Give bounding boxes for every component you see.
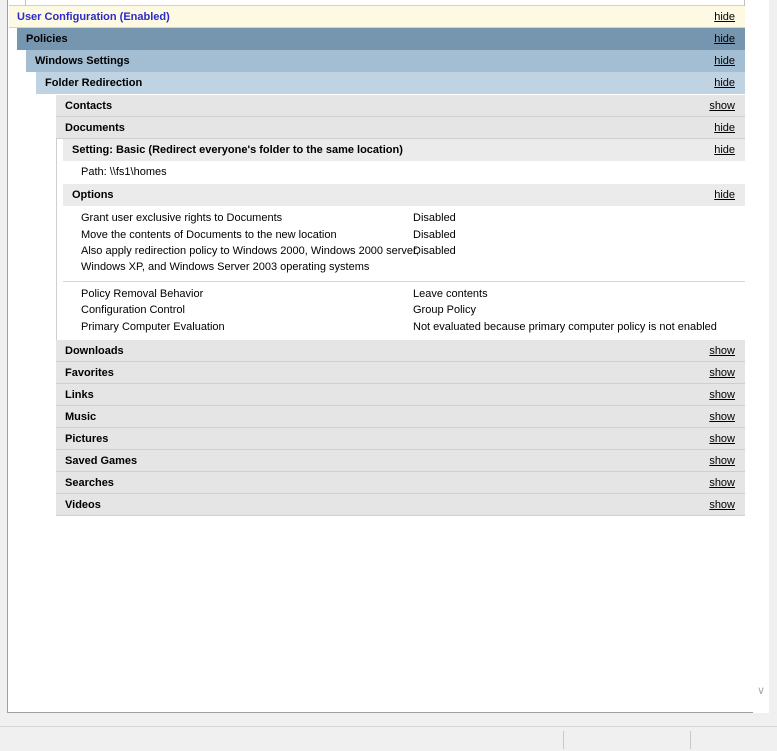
- user-configuration-hide-link[interactable]: hide: [714, 6, 735, 28]
- options-header[interactable]: Options hide: [63, 184, 745, 206]
- option-value: Group Policy: [413, 304, 476, 316]
- favorites-show-link[interactable]: show: [709, 362, 735, 384]
- contacts-title: Contacts: [65, 100, 113, 112]
- option-label: Move the contents of Documents to the ne…: [81, 229, 337, 241]
- videos-header[interactable]: Videos show: [56, 494, 745, 516]
- documents-title: Documents: [65, 122, 125, 134]
- favorites-title: Favorites: [65, 367, 114, 379]
- vertical-scrollbar[interactable]: ∨: [753, 0, 769, 713]
- links-header[interactable]: Links show: [56, 384, 745, 406]
- option-label: Grant user exclusive rights to Documents: [81, 212, 283, 224]
- folder-redirection-header[interactable]: Folder Redirection hide: [36, 72, 745, 94]
- option-label: Primary Computer Evaluation: [81, 321, 225, 333]
- options-title: Options: [72, 189, 114, 201]
- folder-redirection-title: Folder Redirection: [45, 77, 143, 89]
- status-divider: [563, 731, 564, 749]
- status-bar: [0, 726, 777, 751]
- downloads-header[interactable]: Downloads show: [56, 340, 745, 362]
- option-label-continued: Windows XP, and Windows Server 2003 oper…: [81, 261, 370, 273]
- setting-title: Setting: Basic (Redirect everyone's fold…: [72, 144, 403, 156]
- saved-games-header[interactable]: Saved Games show: [56, 450, 745, 472]
- pictures-title: Pictures: [65, 433, 109, 445]
- music-title: Music: [65, 411, 97, 423]
- chevron-down-icon[interactable]: ∨: [757, 684, 765, 697]
- searches-show-link[interactable]: show: [709, 472, 735, 494]
- pictures-show-link[interactable]: show: [709, 428, 735, 450]
- music-header[interactable]: Music show: [56, 406, 745, 428]
- policies-header[interactable]: Policies hide: [17, 28, 745, 50]
- saved-games-title: Saved Games: [65, 455, 138, 467]
- options-hide-link[interactable]: hide: [714, 184, 735, 206]
- downloads-show-link[interactable]: show: [709, 340, 735, 362]
- music-show-link[interactable]: show: [709, 406, 735, 428]
- searches-title: Searches: [65, 477, 114, 489]
- saved-games-show-link[interactable]: show: [709, 450, 735, 472]
- setting-header[interactable]: Setting: Basic (Redirect everyone's fold…: [63, 139, 745, 161]
- options-divider: [63, 281, 745, 282]
- contacts-show-link[interactable]: show: [709, 95, 735, 117]
- option-value: Leave contents: [413, 288, 488, 300]
- option-label: Policy Removal Behavior: [81, 288, 204, 300]
- links-title: Links: [65, 389, 94, 401]
- user-configuration-title: User Configuration (Enabled): [17, 11, 170, 23]
- option-value: Disabled: [413, 229, 456, 241]
- path-text: Path: \\fs1\homes: [81, 166, 167, 178]
- pictures-header[interactable]: Pictures show: [56, 428, 745, 450]
- status-divider: [690, 731, 691, 749]
- documents-hide-link[interactable]: hide: [714, 117, 735, 139]
- videos-show-link[interactable]: show: [709, 494, 735, 516]
- favorites-header[interactable]: Favorites show: [56, 362, 745, 384]
- documents-header[interactable]: Documents hide: [56, 117, 745, 139]
- setting-hide-link[interactable]: hide: [714, 139, 735, 161]
- windows-settings-header[interactable]: Windows Settings hide: [26, 50, 745, 72]
- option-value: Disabled: [413, 212, 456, 224]
- videos-title: Videos: [65, 499, 101, 511]
- windows-settings-title: Windows Settings: [35, 55, 130, 67]
- searches-header[interactable]: Searches show: [56, 472, 745, 494]
- links-show-link[interactable]: show: [709, 384, 735, 406]
- downloads-title: Downloads: [65, 345, 124, 357]
- folder-redirection-hide-link[interactable]: hide: [714, 72, 735, 94]
- user-configuration-header[interactable]: User Configuration (Enabled) hide: [9, 6, 745, 28]
- policies-hide-link[interactable]: hide: [714, 28, 735, 50]
- option-value: Not evaluated because primary computer p…: [413, 321, 717, 333]
- option-label: Configuration Control: [81, 304, 185, 316]
- contacts-header[interactable]: Contacts show: [56, 95, 745, 117]
- option-value: Disabled: [413, 245, 456, 257]
- windows-settings-hide-link[interactable]: hide: [714, 50, 735, 72]
- policies-title: Policies: [26, 33, 68, 45]
- option-label: Also apply redirection policy to Windows…: [81, 245, 420, 257]
